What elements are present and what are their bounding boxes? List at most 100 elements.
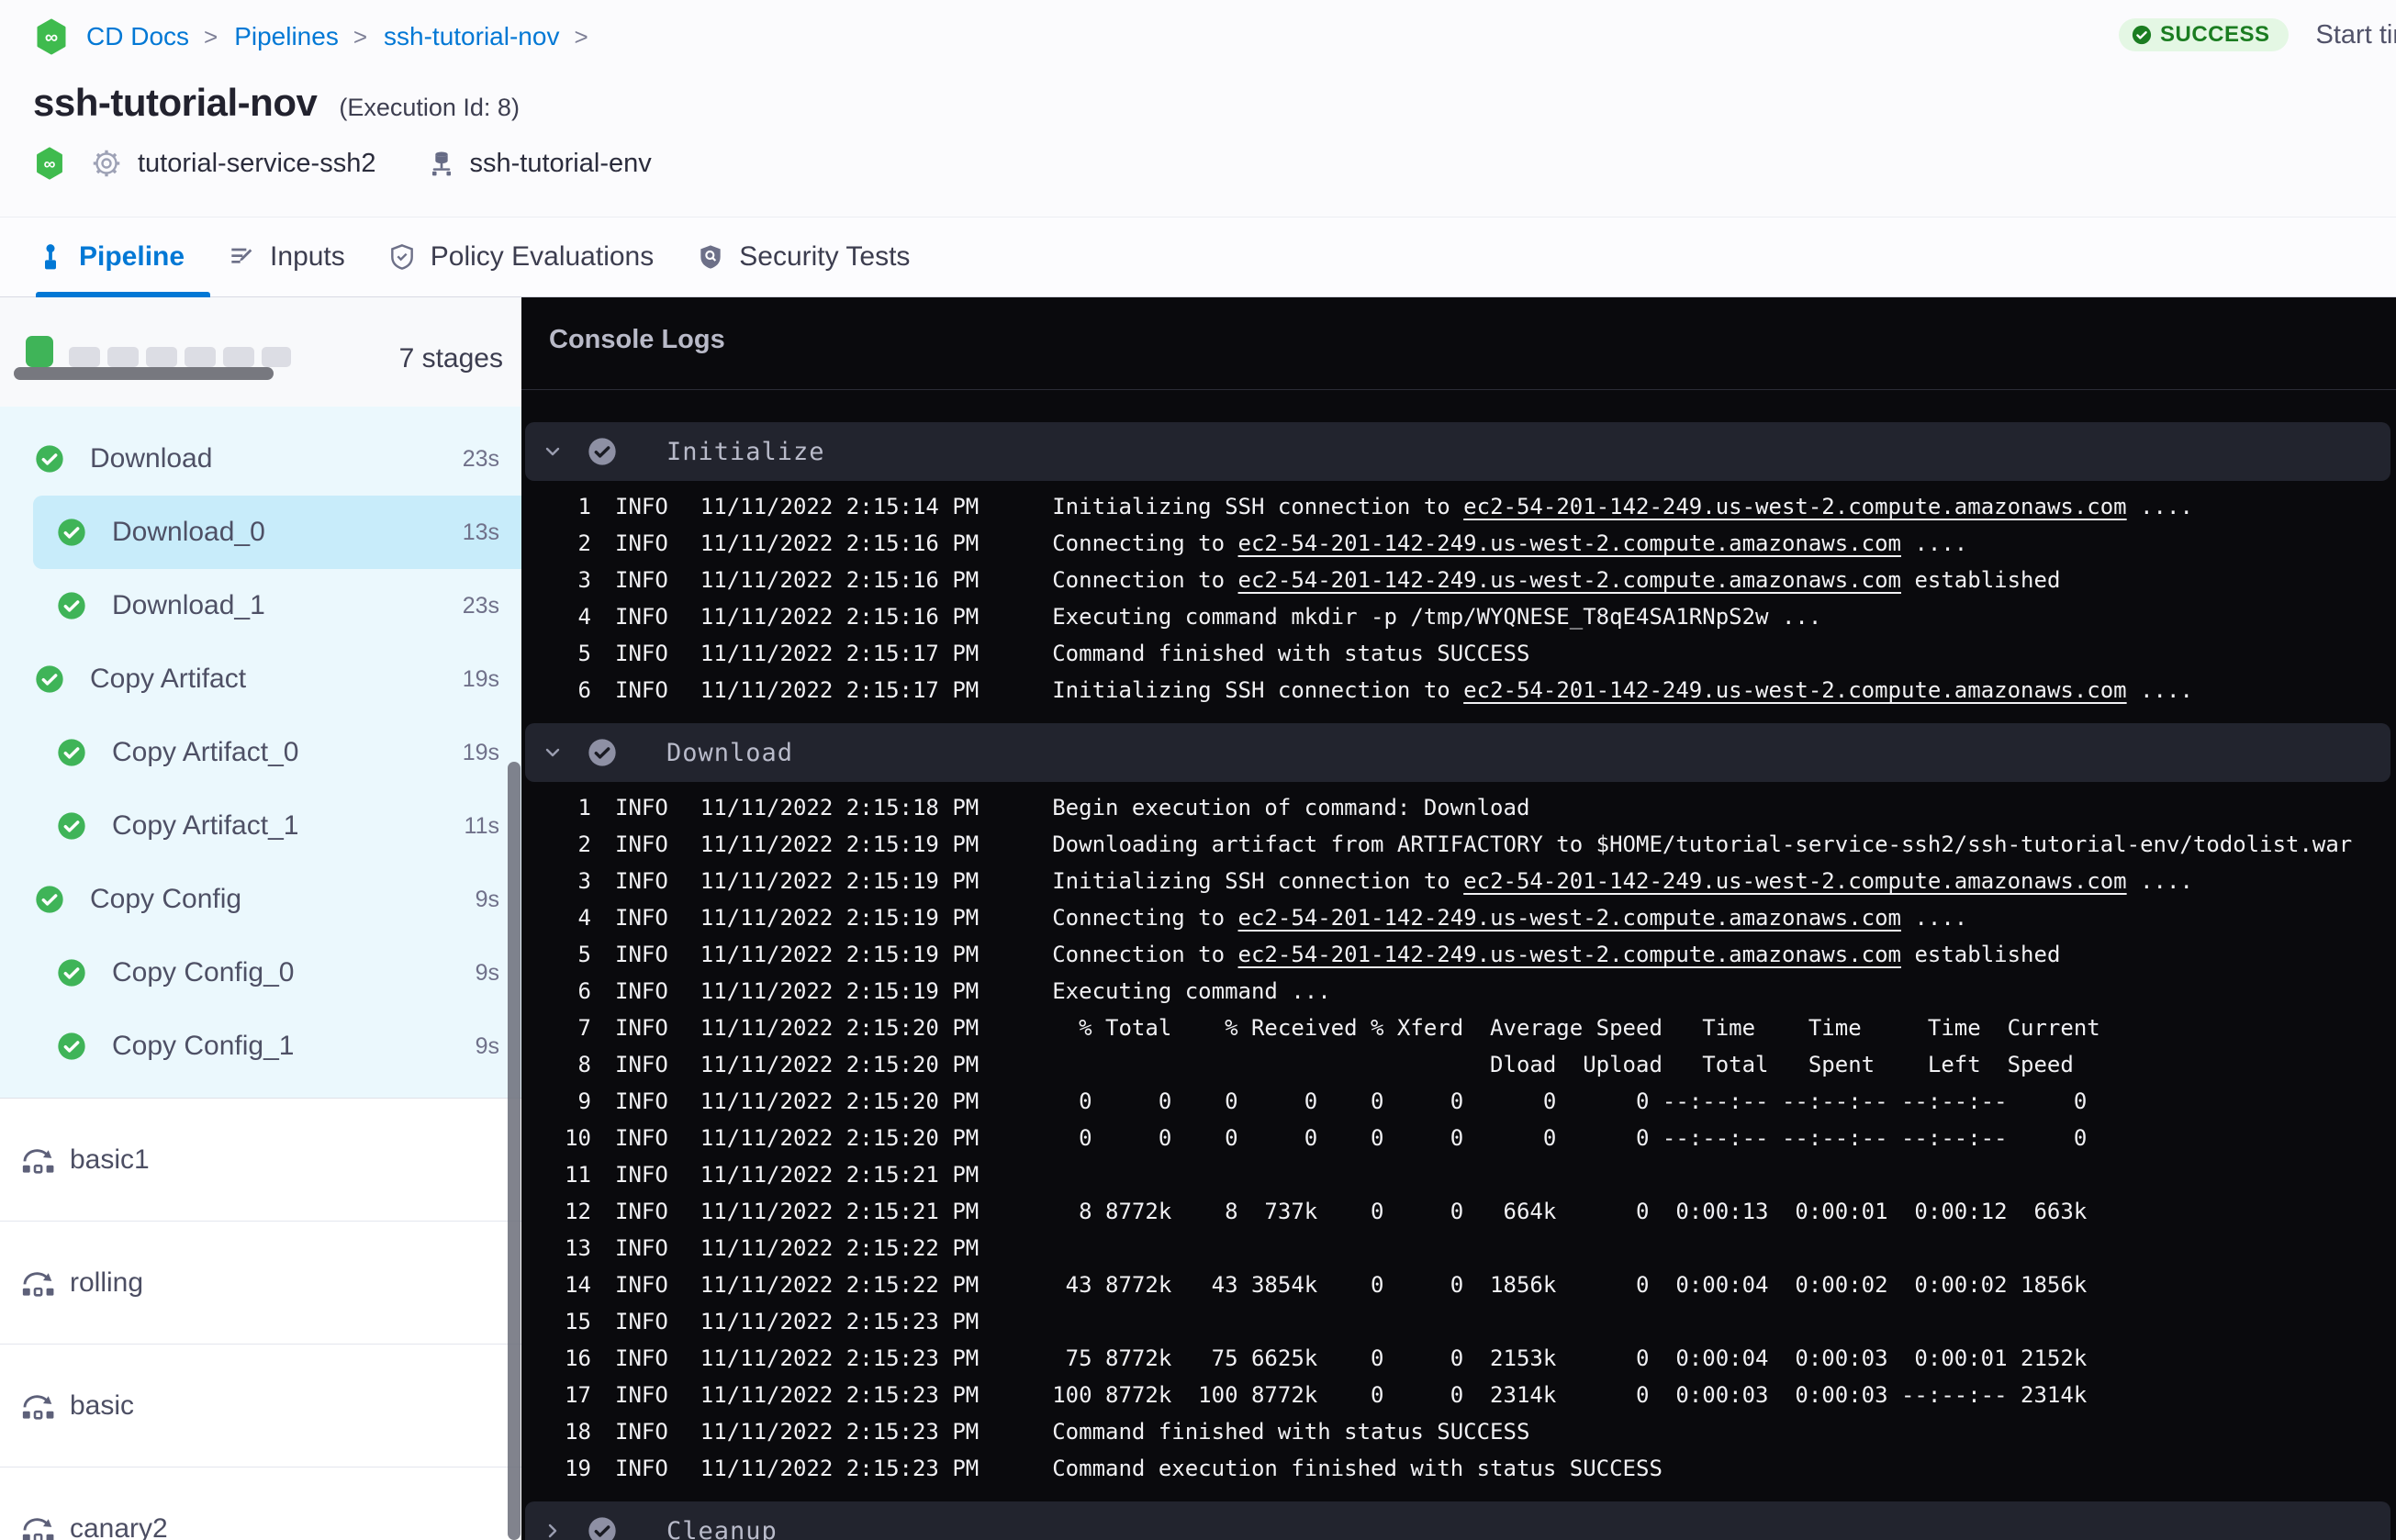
stage-row[interactable]: Copy Config 9s [0, 863, 521, 936]
stage-row[interactable]: Download_0 13s [33, 496, 521, 569]
log-timestamp: 11/11/2022 2:15:16 PM [700, 530, 980, 556]
log-level: INFO [615, 1345, 668, 1371]
stage-name: Copy Config [90, 884, 242, 914]
pipeline-row[interactable]: basic [0, 1345, 521, 1467]
log-host-link[interactable]: ec2-54-201-142-249.us-west-2.compute.ama… [1238, 905, 1901, 931]
log-line: 18 INFO 11/11/2022 2:15:23 PM Command fi… [521, 1413, 2396, 1450]
pipeline-row[interactable]: canary2 [0, 1467, 521, 1540]
log-level: INFO [615, 978, 668, 1004]
log-level: INFO [615, 1052, 668, 1077]
stage-row[interactable]: Copy Artifact 19s [0, 642, 521, 716]
log-host-link[interactable]: ec2-54-201-142-249.us-west-2.compute.ama… [1238, 530, 1901, 556]
log-timestamp: 11/11/2022 2:15:18 PM [700, 795, 980, 820]
log-host-link[interactable]: ec2-54-201-142-249.us-west-2.compute.ama… [1463, 677, 2126, 703]
log-timestamp: 11/11/2022 2:15:14 PM [700, 494, 980, 519]
log-level: INFO [615, 530, 668, 556]
log-level: INFO [615, 942, 668, 967]
stage-success-check-icon [58, 519, 85, 546]
log-line: 4 INFO 11/11/2022 2:15:16 PM Executing c… [521, 598, 2396, 635]
log-level: INFO [615, 567, 668, 593]
stage-row[interactable]: Copy Artifact_1 11s [0, 789, 521, 863]
log-timestamp: 11/11/2022 2:15:23 PM [700, 1309, 980, 1334]
log-section-header[interactable]: Cleanup [525, 1501, 2390, 1540]
tab-pipeline[interactable]: Pipeline [36, 241, 185, 273]
breadcrumb-separator: > [574, 22, 588, 50]
svg-text:∞: ∞ [44, 154, 56, 173]
log-message: Connection to ec2-54-201-142-249.us-west… [1052, 942, 2061, 967]
log-line: 9 INFO 11/11/2022 2:15:20 PM 0 0 0 0 0 0… [521, 1083, 2396, 1120]
stages-minimap-header: 7 stages [0, 297, 521, 407]
breadcrumb-link-pipeline-name[interactable]: ssh-tutorial-nov [384, 22, 559, 51]
breadcrumb-separator: > [353, 22, 368, 50]
log-line-number: 13 [565, 1235, 591, 1261]
stage-row[interactable]: Download_1 23s [0, 569, 521, 642]
harness-cd-icon: ∞ [37, 147, 62, 180]
stage-row[interactable]: Copy Artifact_0 19s [0, 716, 521, 789]
stage-progress-square [69, 347, 100, 367]
breadcrumb-link-pipelines[interactable]: Pipelines [234, 22, 339, 51]
log-line-number: 3 [577, 868, 591, 894]
chevron-down-icon[interactable] [542, 742, 564, 764]
log-message: 8 8772k 8 737k 0 0 664k 0 0:00:13 0:00:0… [1052, 1199, 2088, 1224]
log-message: Command finished with status SUCCESS [1052, 1419, 1530, 1445]
log-line: 2 INFO 11/11/2022 2:15:16 PM Connecting … [521, 525, 2396, 562]
log-section-header[interactable]: Initialize [525, 422, 2390, 481]
log-line: 2 INFO 11/11/2022 2:15:19 PM Downloading… [521, 826, 2396, 863]
status-badge-label: SUCCESS [2160, 22, 2270, 47]
console-logs-panel: Console Logs Initialize 1 INFO 11/11/202… [521, 297, 2396, 1540]
stage-row[interactable]: Download 23s [0, 422, 521, 496]
log-message: Executing command ... [1052, 978, 1331, 1004]
main-content: 7 stages Download 23s Download_0 13s Dow… [0, 297, 2396, 1540]
breadcrumb-link-cd-docs[interactable]: CD Docs [86, 22, 189, 51]
log-line: 12 INFO 11/11/2022 2:15:21 PM 8 8772k 8 … [521, 1193, 2396, 1230]
environment-name[interactable]: ssh-tutorial-env [469, 149, 651, 179]
pipeline-row[interactable]: rolling [0, 1222, 521, 1345]
log-message: Dload Upload Total Spent Left Speed [1052, 1052, 2074, 1077]
pipeline-execution-page: ∞ CD Docs > Pipelines > ssh-tutorial-nov… [0, 0, 2396, 1540]
log-line-number: 15 [565, 1309, 591, 1334]
log-host-link[interactable]: ec2-54-201-142-249.us-west-2.compute.ama… [1238, 942, 1901, 967]
service-name[interactable]: tutorial-service-ssh2 [138, 149, 375, 179]
chevron-down-icon[interactable] [542, 441, 564, 463]
pipeline-row[interactable]: basic1 [0, 1099, 521, 1222]
log-line: 6 INFO 11/11/2022 2:15:19 PM Executing c… [521, 973, 2396, 1010]
log-section-header[interactable]: Download [525, 723, 2390, 782]
console-logs-title: Console Logs [549, 325, 725, 354]
log-host-link[interactable]: ec2-54-201-142-249.us-west-2.compute.ama… [1463, 868, 2126, 894]
log-line-number: 14 [565, 1272, 591, 1298]
page-title: ssh-tutorial-nov [33, 81, 318, 124]
log-message: Executing command mkdir -p /tmp/WYQNESE_… [1052, 604, 1822, 630]
tab-label: Policy Evaluations [430, 241, 655, 272]
log-host-link[interactable]: ec2-54-201-142-249.us-west-2.compute.ama… [1238, 567, 1901, 593]
log-timestamp: 11/11/2022 2:15:23 PM [700, 1456, 980, 1481]
tab-inputs[interactable]: Inputs [227, 241, 345, 273]
stage-row[interactable]: Copy Config_0 9s [0, 936, 521, 1010]
log-level: INFO [615, 1272, 668, 1298]
log-timestamp: 11/11/2022 2:15:20 PM [700, 1088, 980, 1114]
stage-name: Download [90, 443, 213, 474]
sidebar-scrollbar[interactable] [508, 762, 521, 1540]
log-message: Connecting to ec2-54-201-142-249.us-west… [1052, 905, 1968, 931]
log-timestamp: 11/11/2022 2:15:21 PM [700, 1162, 980, 1188]
log-host-link[interactable]: ec2-54-201-142-249.us-west-2.compute.ama… [1463, 494, 2126, 519]
stage-name: Download_1 [112, 590, 265, 620]
stage-duration: 9s [475, 1032, 499, 1059]
stage-name: Copy Config_1 [112, 1031, 295, 1061]
tab-security-tests[interactable]: Security Tests [696, 241, 910, 273]
chevron-right-icon[interactable] [542, 1520, 564, 1540]
tab-policy-evaluations[interactable]: Policy Evaluations [387, 241, 654, 273]
stage-success-check-icon [36, 665, 63, 693]
page-header: ssh-tutorial-nov (Execution Id: 8) [33, 81, 520, 125]
log-timestamp: 11/11/2022 2:15:19 PM [700, 868, 980, 894]
tab-label: Security Tests [739, 241, 911, 272]
log-timestamp: 11/11/2022 2:15:23 PM [700, 1345, 980, 1371]
log-line-number: 7 [577, 1015, 591, 1041]
stage-duration: 23s [462, 592, 499, 619]
log-level: INFO [615, 1456, 668, 1481]
log-message: Downloading artifact from ARTIFACTORY to… [1052, 831, 2353, 857]
stage-progress-square [107, 347, 139, 367]
stage-minimap-scrollbar[interactable] [14, 367, 274, 380]
log-line: 15 INFO 11/11/2022 2:15:23 PM [521, 1303, 2396, 1340]
stage-success-check-icon [58, 739, 85, 766]
stage-row[interactable]: Copy Config_1 9s [0, 1010, 521, 1083]
